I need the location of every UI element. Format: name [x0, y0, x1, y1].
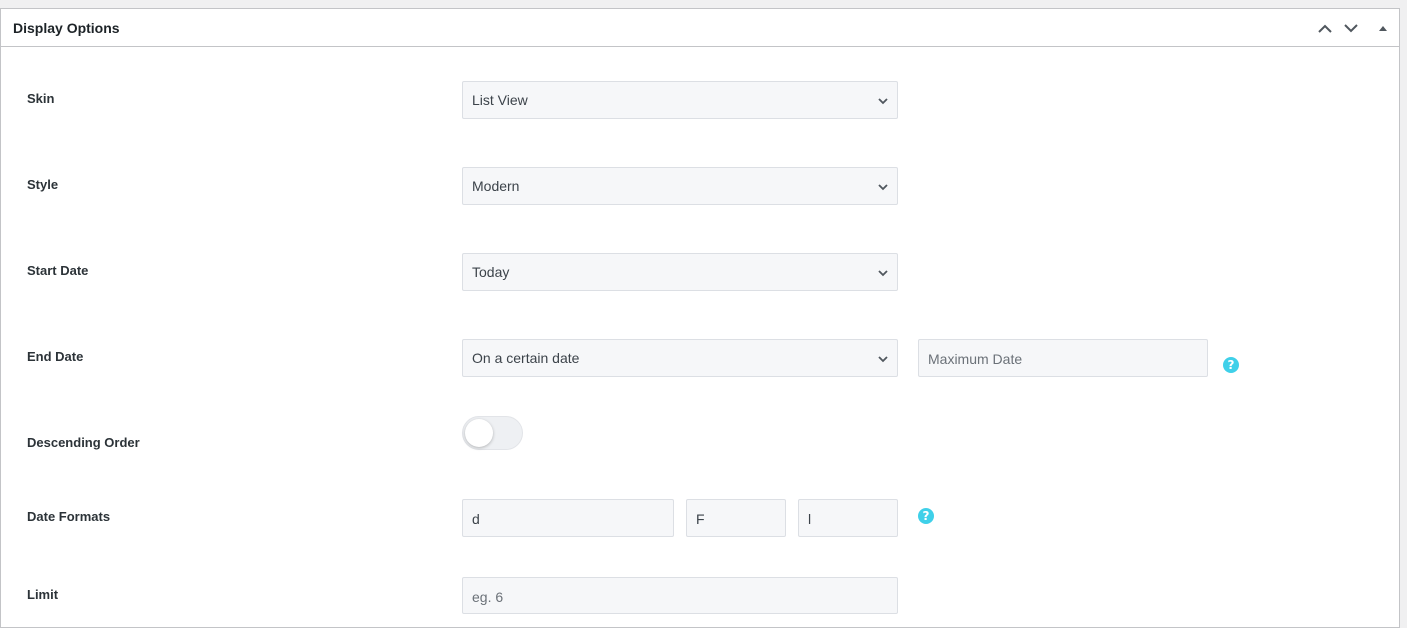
help-icon[interactable]: ?: [1223, 357, 1239, 373]
skin-select[interactable]: List View: [462, 81, 898, 119]
move-down-button[interactable]: [1341, 18, 1361, 38]
date-format-3-input[interactable]: l: [798, 499, 898, 537]
chevron-down-icon: [878, 184, 888, 191]
style-select-value: Modern: [472, 178, 520, 194]
date-format-2-value: F: [696, 511, 705, 527]
date-formats-label: Date Formats: [27, 509, 111, 524]
chevron-down-icon: [878, 270, 888, 277]
move-up-button[interactable]: [1315, 18, 1335, 38]
panel-title: Display Options: [13, 20, 120, 36]
chevron-down-icon: [1344, 23, 1358, 32]
triangle-up-icon: [1379, 25, 1387, 31]
collapse-panel-button[interactable]: [1373, 18, 1393, 38]
end-date-label: End Date: [27, 349, 84, 364]
chevron-down-icon: [878, 98, 888, 105]
date-format-1-value: d: [472, 511, 480, 527]
start-date-select[interactable]: Today: [462, 253, 898, 291]
start-date-select-value: Today: [472, 264, 510, 280]
date-format-1-input[interactable]: d: [462, 499, 674, 537]
toggle-knob: [465, 419, 493, 447]
maximum-date-placeholder: Maximum Date: [928, 351, 1023, 367]
limit-placeholder: eg. 6: [472, 589, 504, 605]
start-date-label: Start Date: [27, 263, 89, 278]
descending-order-toggle[interactable]: [462, 416, 523, 450]
skin-select-value: List View: [472, 92, 528, 108]
style-label: Style: [27, 177, 59, 192]
end-date-select[interactable]: On a certain date: [462, 339, 898, 377]
help-icon[interactable]: ?: [918, 508, 934, 524]
chevron-up-icon: [1318, 24, 1332, 33]
skin-label: Skin: [27, 91, 55, 106]
style-select[interactable]: Modern: [462, 167, 898, 205]
limit-label: Limit: [27, 587, 59, 602]
descending-order-label: Descending Order: [27, 435, 140, 450]
panel-header: Display Options: [1, 9, 1399, 47]
date-format-3-value: l: [808, 511, 812, 527]
date-format-2-input[interactable]: F: [686, 499, 786, 537]
limit-input[interactable]: eg. 6: [462, 577, 898, 614]
maximum-date-input[interactable]: Maximum Date: [918, 339, 1208, 377]
chevron-down-icon: [878, 356, 888, 363]
end-date-select-value: On a certain date: [472, 350, 580, 366]
